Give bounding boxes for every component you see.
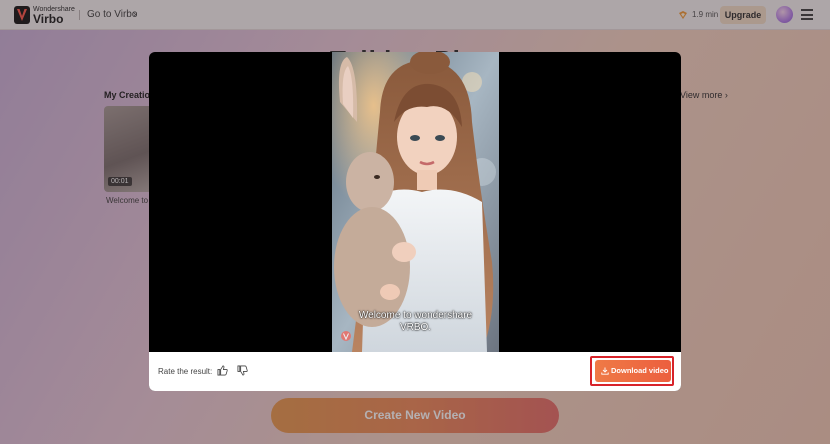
subtitle-line-1: Welcome to wondershare [358, 310, 473, 321]
virbo-watermark-icon [340, 330, 366, 342]
video-preview-modal: Welcome to wondershare VRBO. Rate the re… [149, 52, 681, 391]
modal-footer: Rate the result: Download video [149, 352, 681, 391]
video-frame-image [332, 52, 499, 352]
rate-label: Rate the result: [158, 367, 213, 376]
download-icon [601, 367, 609, 375]
thumbs-down-icon[interactable] [237, 365, 248, 376]
thumbs-up-icon[interactable] [217, 365, 228, 376]
video-player[interactable]: Welcome to wondershare VRBO. [332, 52, 499, 352]
